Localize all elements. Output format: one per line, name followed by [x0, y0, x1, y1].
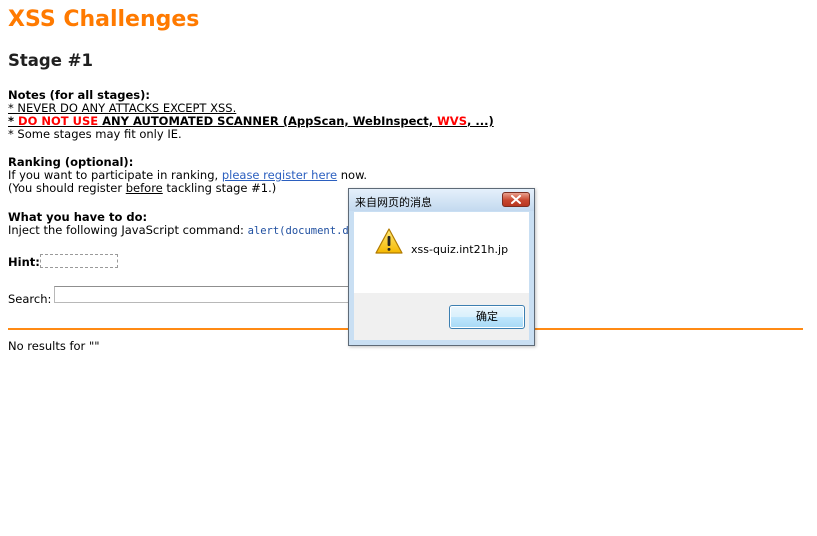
notes-scanner-end: , ...): [467, 114, 494, 128]
task-command: alert(document.do: [247, 225, 356, 237]
notes-line-no-scanner-prefix: *: [8, 114, 19, 128]
notes-section: Notes (for all stages): * NEVER DO ANY A…: [8, 89, 494, 141]
ranking-before-text: before: [125, 181, 163, 195]
search-input[interactable]: [54, 286, 354, 303]
stage-title: Stage #1: [8, 51, 93, 70]
ranking-now-text: now.: [337, 168, 368, 182]
hint-label: Hint:: [8, 255, 40, 269]
task-instruction: Inject the following JavaScript command:: [8, 223, 248, 237]
dialog-body: xss-quiz.int21h.jp: [354, 212, 529, 293]
notes-wvs: WVS: [437, 114, 467, 128]
ranking-participate-text: If you want to participate in ranking,: [8, 168, 222, 182]
notes-line-ie: * Some stages may fit only IE.: [8, 127, 182, 141]
register-link[interactable]: please register here: [222, 168, 337, 182]
dialog-message: xss-quiz.int21h.jp: [411, 243, 509, 256]
ranking-section: Ranking (optional): If you want to parti…: [8, 156, 367, 195]
ranking-register-text: (You should register: [8, 181, 126, 195]
warning-icon: [375, 228, 403, 254]
dialog-close-button[interactable]: [502, 192, 530, 207]
ranking-tackling-text: tackling stage #1.): [162, 181, 277, 195]
notes-scanner-list: ANY AUTOMATED SCANNER (AppScan, WebInspe…: [98, 114, 438, 128]
site-title: XSS Challenges: [8, 7, 200, 32]
close-icon: [511, 195, 521, 204]
ok-button[interactable]: 确定: [449, 305, 525, 329]
dialog-titlebar[interactable]: 来自网页的消息: [349, 189, 534, 211]
results-text: No results for "": [8, 339, 100, 353]
notes-do-not-use: DO NOT USE: [18, 114, 99, 128]
hint-box[interactable]: [40, 254, 118, 268]
dialog-title: 来自网页的消息: [355, 196, 432, 209]
task-line: Inject the following JavaScript command:…: [8, 224, 355, 238]
dialog-footer: 确定: [354, 293, 529, 340]
task-section: What you have to do: Inject the followin…: [8, 211, 355, 238]
search-label: Search:: [8, 292, 52, 306]
alert-dialog: 来自网页的消息 xss-quiz.int21h.jp 确定: [348, 188, 535, 346]
ranking-line-before: (You should register before tackling sta…: [8, 182, 367, 195]
